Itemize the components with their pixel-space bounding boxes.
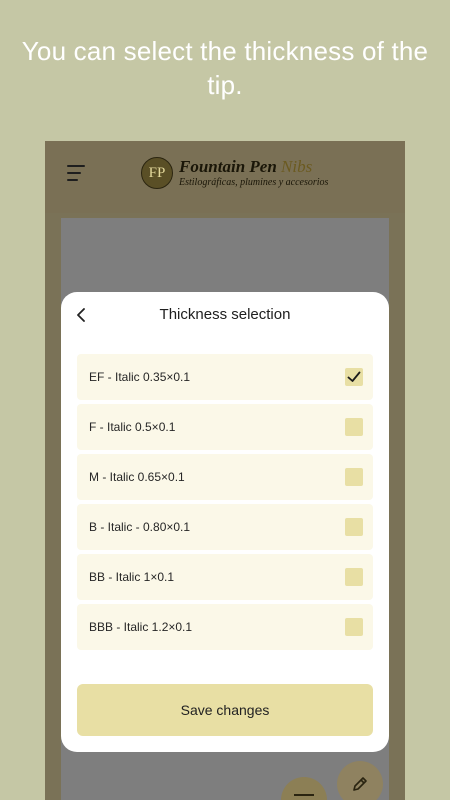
thickness-selection-dialog: Thickness selection EF - Italic 0.35×0.1… (61, 292, 389, 752)
save-changes-button[interactable]: Save changes (77, 684, 373, 736)
app-header: FP Fountain Pen Nibs Estilográficas, plu… (45, 141, 405, 213)
option-label: BBB - Italic 1.2×0.1 (89, 620, 193, 634)
option-checkbox-checked[interactable] (345, 368, 363, 386)
option-label: F - Italic 0.5×0.1 (89, 420, 176, 434)
app-logo: FP Fountain Pen Nibs Estilográficas, plu… (141, 153, 341, 197)
pencil-icon[interactable] (337, 761, 383, 800)
logo-title-accent: Nibs (281, 157, 313, 176)
hamburger-menu-icon[interactable] (67, 165, 87, 183)
thickness-option-m[interactable]: M - Italic 0.65×0.1 (77, 454, 373, 500)
logo-title: Fountain Pen Nibs (179, 157, 312, 177)
option-label: BB - Italic 1×0.1 (89, 570, 175, 584)
checkmark-icon (347, 371, 361, 382)
logo-title-main: Fountain Pen (179, 157, 282, 176)
option-checkbox[interactable] (345, 418, 363, 436)
logo-emblem: FP (141, 157, 173, 189)
option-checkbox[interactable] (345, 568, 363, 586)
dialog-title: Thickness selection (159, 306, 291, 323)
thickness-options-list: EF - Italic 0.35×0.1 F - Italic 0.5×0.1 … (77, 354, 373, 654)
thickness-option-f[interactable]: F - Italic 0.5×0.1 (77, 404, 373, 450)
option-label: EF - Italic 0.35×0.1 (89, 370, 191, 384)
thickness-option-bb[interactable]: BB - Italic 1×0.1 (77, 554, 373, 600)
thickness-option-bbb[interactable]: BBB - Italic 1.2×0.1 (77, 604, 373, 650)
caption-text: You can select the thickness of the tip. (21, 36, 429, 100)
thickness-option-ef[interactable]: EF - Italic 0.35×0.1 (77, 354, 373, 400)
thickness-option-b[interactable]: B - Italic - 0.80×0.1 (77, 504, 373, 550)
option-label: B - Italic - 0.80×0.1 (89, 520, 191, 534)
option-label: M - Italic 0.65×0.1 (89, 470, 185, 484)
logo-subtitle: Estilográficas, plumines y accesorios (179, 177, 329, 188)
option-checkbox[interactable] (345, 468, 363, 486)
option-checkbox[interactable] (345, 518, 363, 536)
option-checkbox[interactable] (345, 618, 363, 636)
